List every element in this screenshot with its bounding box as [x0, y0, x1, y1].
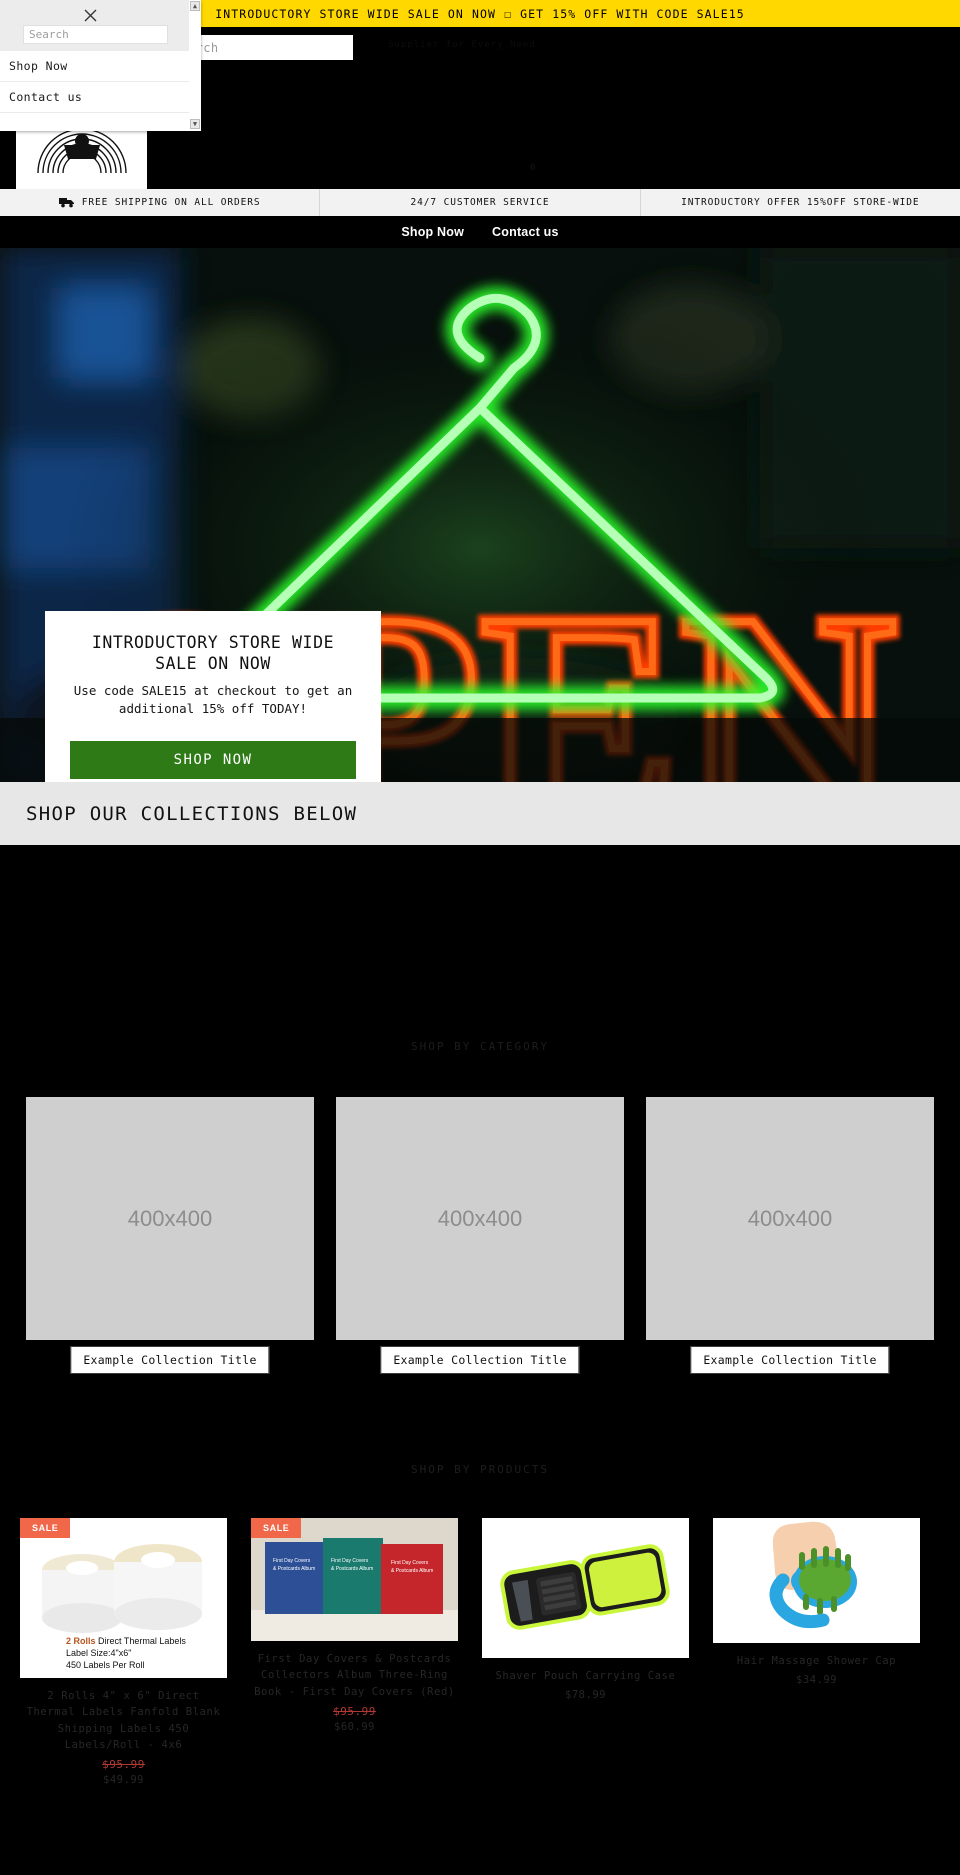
product-title: First Day Covers & Postcards Collectors …	[254, 1653, 455, 1698]
collections-heading-text: SHOP OUR COLLECTIONS BELOW	[26, 802, 358, 825]
scroll-down-arrow[interactable]: ▼	[190, 119, 200, 129]
product-card[interactable]: SALE 2 Rolls Direct Thermal Labels Label…	[20, 1518, 227, 1786]
product-price: $78.99	[565, 1689, 606, 1702]
drawer-scrollbar[interactable]	[189, 0, 201, 131]
product-title: Hair Massage Shower Cap	[736, 1655, 897, 1667]
trust-item-shipping: FREE SHIPPING ON ALL ORDERS	[0, 189, 321, 216]
sale-badge: SALE	[20, 1518, 71, 1538]
svg-text:& Postcards Album: & Postcards Album	[391, 1568, 433, 1574]
collection-card[interactable]: 400x400 Example Collection Title	[26, 1097, 314, 1382]
storefront-page: INTRODUCTORY STORE WIDE SALE ON NOW ☐ GE…	[0, 0, 960, 1875]
product-image[interactable]	[713, 1518, 920, 1643]
svg-text:Label Size:4"x6": Label Size:4"x6"	[66, 1648, 131, 1658]
svg-text:& Postcards Album: & Postcards Album	[273, 1566, 315, 1572]
drawer-search-area	[0, 0, 201, 51]
shaver-pouch-case-icon	[482, 1518, 689, 1658]
collection-card[interactable]: 400x400 Example Collection Title	[646, 1097, 934, 1382]
product-title: Shaver Pouch Carrying Case	[495, 1670, 676, 1682]
product-card[interactable]: Shaver Pouch Carrying Case $78.99	[482, 1518, 689, 1701]
cart-count[interactable]: 0	[530, 163, 535, 173]
sale-badge: SALE	[251, 1518, 302, 1538]
collection-card[interactable]: 400x400 Example Collection Title	[336, 1097, 624, 1382]
search-menu-drawer: Shop Now Contact us	[0, 0, 201, 131]
product-price-compare: $95.99	[102, 1758, 145, 1772]
collection-image: 400x400	[336, 1097, 624, 1340]
truck-icon	[58, 198, 74, 208]
svg-text:Direct Thermal Labels: Direct Thermal Labels	[98, 1636, 186, 1646]
hero-promo-card: INTRODUCTORY STORE WIDE SALE ON NOW Use …	[45, 611, 381, 782]
trust-item-offer: INTRODUCTORY OFFER 15%OFF STORE-WIDE	[641, 189, 960, 216]
collection-image: 400x400	[26, 1097, 314, 1340]
product-price: $49.99	[103, 1774, 144, 1787]
header-tagline: Supplier for Every Need	[388, 40, 536, 50]
collections-row: 400x400 Example Collection Title 400x400…	[26, 1097, 934, 1382]
trust-label-service: 24/7 CUSTOMER SERVICE	[410, 197, 550, 208]
search-input[interactable]	[23, 25, 168, 44]
product-title: 2 Rolls 4" x 6" Direct Thermal Labels Fa…	[26, 1690, 221, 1751]
hero-banner: OPEN OPEN INTRODUCTORY STORE WIDE SALE O…	[0, 248, 960, 782]
svg-text:First Day Covers: First Day Covers	[331, 1558, 369, 1564]
svg-text:450 Labels Per Roll: 450 Labels Per Roll	[66, 1660, 145, 1670]
product-image[interactable]: SALE 2 Rolls Direct Thermal Labels Label…	[20, 1518, 227, 1678]
trust-label-offer: INTRODUCTORY OFFER 15%OFF STORE-WIDE	[681, 197, 920, 208]
hair-scalp-massager-icon	[713, 1518, 920, 1643]
svg-text:First Day Covers: First Day Covers	[391, 1560, 429, 1566]
collection-title-button[interactable]: Example Collection Title	[70, 1346, 270, 1374]
product-price-compare: $95.99	[333, 1704, 376, 1718]
product-price: $60.99	[334, 1720, 375, 1733]
thermal-label-rolls-icon: 2 Rolls Direct Thermal Labels Label Size…	[20, 1518, 227, 1678]
svg-text:First Day Covers: First Day Covers	[273, 1558, 311, 1564]
collection-image: 400x400	[646, 1097, 934, 1340]
scroll-up-arrow[interactable]: ▲	[190, 1, 200, 11]
nav-item-contact-us[interactable]: Contact us	[492, 225, 559, 239]
trust-label-shipping: FREE SHIPPING ON ALL ORDERS	[81, 197, 261, 208]
products-row: SALE 2 Rolls Direct Thermal Labels Label…	[20, 1518, 940, 1786]
announcement-text: INTRODUCTORY STORE WIDE SALE ON NOW ☐ GE…	[215, 6, 745, 21]
collection-title-button[interactable]: Example Collection Title	[690, 1346, 890, 1374]
svg-text:& Postcards Album: & Postcards Album	[331, 1566, 373, 1572]
svg-text:2 Rolls: 2 Rolls	[66, 1636, 96, 1646]
main-navigation: Shop Now Contact us	[0, 216, 960, 248]
trust-item-service: 24/7 CUSTOMER SERVICE	[320, 189, 641, 216]
collection-title-button[interactable]: Example Collection Title	[380, 1346, 580, 1374]
hero-subtitle: Use code SALE15 at checkout to get an ad…	[73, 683, 353, 717]
collections-heading-band: SHOP OUR COLLECTIONS BELOW	[0, 782, 960, 845]
hero-shop-now-button[interactable]: SHOP NOW	[70, 740, 356, 779]
hero-title: INTRODUCTORY STORE WIDE SALE ON NOW	[91, 633, 335, 673]
products-subheading: SHOP BY PRODUCTS	[411, 1463, 549, 1476]
drawer-link-contact-us[interactable]: Contact us	[0, 82, 201, 113]
trust-bar: FREE SHIPPING ON ALL ORDERS 24/7 CUSTOME…	[0, 189, 960, 216]
nav-item-shop-now[interactable]: Shop Now	[401, 225, 464, 239]
drawer-link-shop-now[interactable]: Shop Now	[0, 51, 201, 82]
product-card[interactable]: SALE First Day Covers & Postcards Album …	[251, 1518, 458, 1733]
close-icon[interactable]	[82, 7, 99, 24]
product-image[interactable]: SALE First Day Covers & Postcards Album …	[251, 1518, 458, 1641]
product-card[interactable]: Hair Massage Shower Cap $34.99	[713, 1518, 920, 1686]
product-price: $34.99	[796, 1674, 837, 1687]
product-image[interactable]	[482, 1518, 689, 1658]
collections-subheading: SHOP BY CATEGORY	[411, 1040, 549, 1053]
